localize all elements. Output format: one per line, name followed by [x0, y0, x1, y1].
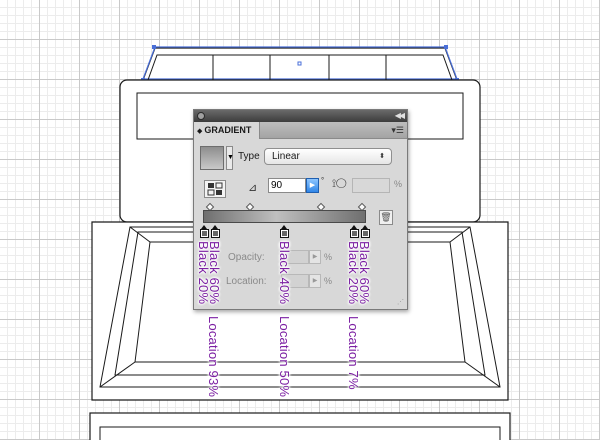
gradient-slider[interactable] [203, 210, 366, 223]
resize-grip-icon[interactable]: ⋰ [397, 298, 404, 306]
panel-tab-row: ◆ GRADIENT ▾☰ [194, 122, 407, 139]
opacity-label: Opacity: [228, 252, 265, 263]
angle-icon: ⊿ [248, 182, 258, 194]
collapse-icon[interactable]: ◀◀ [395, 110, 405, 122]
annotation-center: Black 40% [277, 241, 292, 305]
trash-icon[interactable]: 🗑 [379, 210, 393, 225]
reverse-gradient-button[interactable] [204, 180, 226, 198]
reverse-gradient-icon [207, 182, 223, 196]
gradient-stop[interactable] [211, 225, 220, 238]
gradient-stop[interactable] [350, 225, 359, 238]
aspect-percent: % [394, 179, 403, 189]
panel-titlebar[interactable]: ◀◀ [194, 110, 407, 122]
opacity-dropdown-button[interactable]: ▶ [309, 250, 321, 264]
tab-gradient-label: GRADIENT [204, 125, 252, 135]
gradient-stop[interactable] [200, 225, 209, 238]
close-icon[interactable] [197, 112, 205, 120]
location-label: Location: [226, 276, 267, 287]
swatch-dropdown-icon[interactable]: ▼ [226, 146, 234, 170]
panel-menu-icon[interactable]: ▾☰ [391, 125, 404, 135]
annotation-right-location: Location 7% [346, 316, 361, 390]
location-percent: % [324, 276, 333, 286]
select-arrows-icon: ⬍ [379, 153, 385, 160]
gradient-panel: ◀◀ ◆ GRADIENT ▾☰ ▼ Type Linear ⬍ ⊿ 90 ▶ °… [193, 109, 408, 310]
aspect-ratio-input[interactable] [352, 178, 390, 193]
gradient-stop[interactable] [361, 225, 370, 238]
type-label: Type [238, 151, 260, 162]
gradient-stop[interactable] [280, 225, 289, 238]
type-select-value: Linear [272, 151, 300, 162]
location-dropdown-button[interactable]: ▶ [309, 274, 321, 288]
annotation-right-bottom: Black 20% [346, 241, 361, 305]
selected-top-panel[interactable] [141, 45, 459, 82]
angle-dropdown-button[interactable]: ▶ [306, 178, 319, 193]
gradient-swatch[interactable] [200, 146, 224, 170]
tab-arrows-icon: ◆ [197, 128, 203, 135]
degree-symbol: ° [321, 176, 325, 185]
tab-gradient[interactable]: ◆ GRADIENT [194, 122, 261, 139]
aspect-ratio-icon: ⟟◯ [332, 178, 347, 190]
angle-input[interactable]: 90 [268, 178, 306, 193]
annotation-left-bottom: Black 60% [207, 241, 222, 305]
annotation-center-location: Location 50% [277, 316, 292, 398]
opacity-percent: % [324, 252, 333, 262]
washer-front [89, 412, 511, 440]
annotation-left-location: Location 93% [206, 316, 221, 398]
type-select[interactable]: Linear ⬍ [264, 148, 392, 165]
